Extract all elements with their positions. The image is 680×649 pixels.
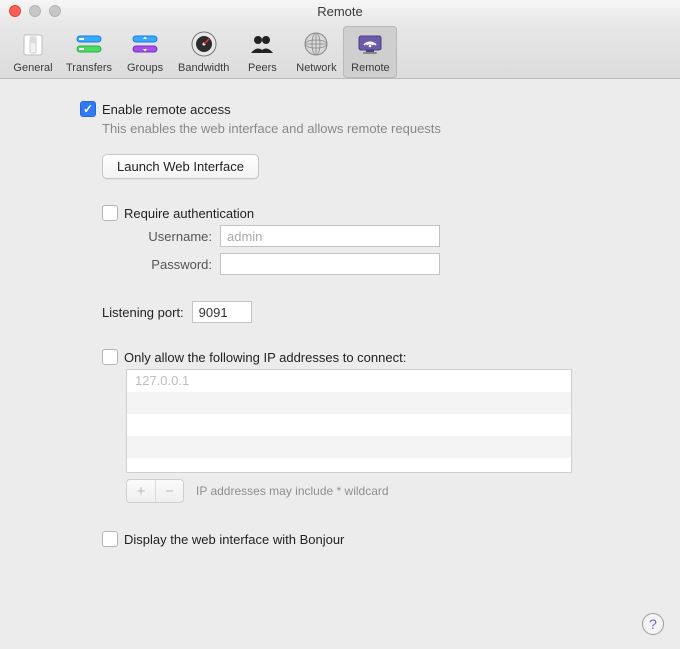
require-auth-label: Require authentication <box>124 206 254 221</box>
ip-whitelist-checkbox[interactable] <box>102 349 118 365</box>
remote-pane: Enable remote access This enables the we… <box>0 79 680 571</box>
tab-bandwidth[interactable]: Bandwidth <box>172 26 235 78</box>
require-auth-checkbox[interactable] <box>102 205 118 221</box>
enable-remote-checkbox[interactable] <box>80 101 96 117</box>
ip-list-item <box>127 436 571 458</box>
tab-label: General <box>13 62 52 74</box>
ip-wildcard-hint: IP addresses may include * wildcard <box>196 484 389 498</box>
close-window-button[interactable] <box>9 5 21 17</box>
window-title: Remote <box>0 4 680 19</box>
zoom-window-button[interactable] <box>49 5 61 17</box>
tab-transfers[interactable]: Transfers <box>60 26 118 78</box>
bonjour-checkbox[interactable] <box>102 531 118 547</box>
transfers-icon <box>73 28 105 60</box>
remove-ip-button[interactable]: − <box>155 480 183 502</box>
window-controls <box>0 5 61 17</box>
username-field[interactable] <box>220 225 440 247</box>
password-field[interactable] <box>220 253 440 275</box>
tab-peers[interactable]: Peers <box>235 26 289 78</box>
listening-port-label: Listening port: <box>102 305 192 320</box>
password-label: Password: <box>124 257 220 272</box>
tab-groups[interactable]: Groups <box>118 26 172 78</box>
tab-label: Transfers <box>66 62 112 74</box>
help-button[interactable]: ? <box>642 613 664 635</box>
remote-icon <box>354 28 386 60</box>
titlebar: Remote <box>0 0 680 22</box>
tab-network[interactable]: Network <box>289 26 343 78</box>
listening-port-field[interactable] <box>192 301 252 323</box>
switch-icon <box>17 28 49 60</box>
tab-remote[interactable]: Remote <box>343 26 397 78</box>
ip-list-item <box>127 392 571 414</box>
groups-icon <box>129 28 161 60</box>
preferences-toolbar: General Transfers Groups <box>0 22 680 79</box>
ip-list-controls: + − <box>126 479 184 503</box>
tab-label: Bandwidth <box>178 62 229 74</box>
gauge-icon <box>188 28 220 60</box>
tab-label: Remote <box>351 62 390 74</box>
username-label: Username: <box>124 229 220 244</box>
minus-icon: − <box>165 483 174 500</box>
people-icon <box>246 28 278 60</box>
ip-whitelist-table[interactable]: 127.0.0.1 <box>126 369 572 473</box>
plus-icon: + <box>137 483 146 500</box>
ip-list-item[interactable]: 127.0.0.1 <box>127 370 571 392</box>
enable-remote-description: This enables the web interface and allow… <box>102 121 660 136</box>
launch-web-interface-button[interactable]: Launch Web Interface <box>102 154 259 179</box>
tab-label: Peers <box>248 62 277 74</box>
ip-list-item <box>127 414 571 436</box>
tab-label: Network <box>296 62 336 74</box>
help-icon: ? <box>649 616 657 632</box>
tab-general[interactable]: General <box>6 26 60 78</box>
bonjour-label: Display the web interface with Bonjour <box>124 532 344 547</box>
enable-remote-label: Enable remote access <box>102 102 231 117</box>
minimize-window-button[interactable] <box>29 5 41 17</box>
globe-icon <box>300 28 332 60</box>
add-ip-button[interactable]: + <box>127 480 155 502</box>
tab-label: Groups <box>127 62 163 74</box>
ip-whitelist-label: Only allow the following IP addresses to… <box>124 350 406 365</box>
enable-remote-row: Enable remote access <box>80 101 660 117</box>
